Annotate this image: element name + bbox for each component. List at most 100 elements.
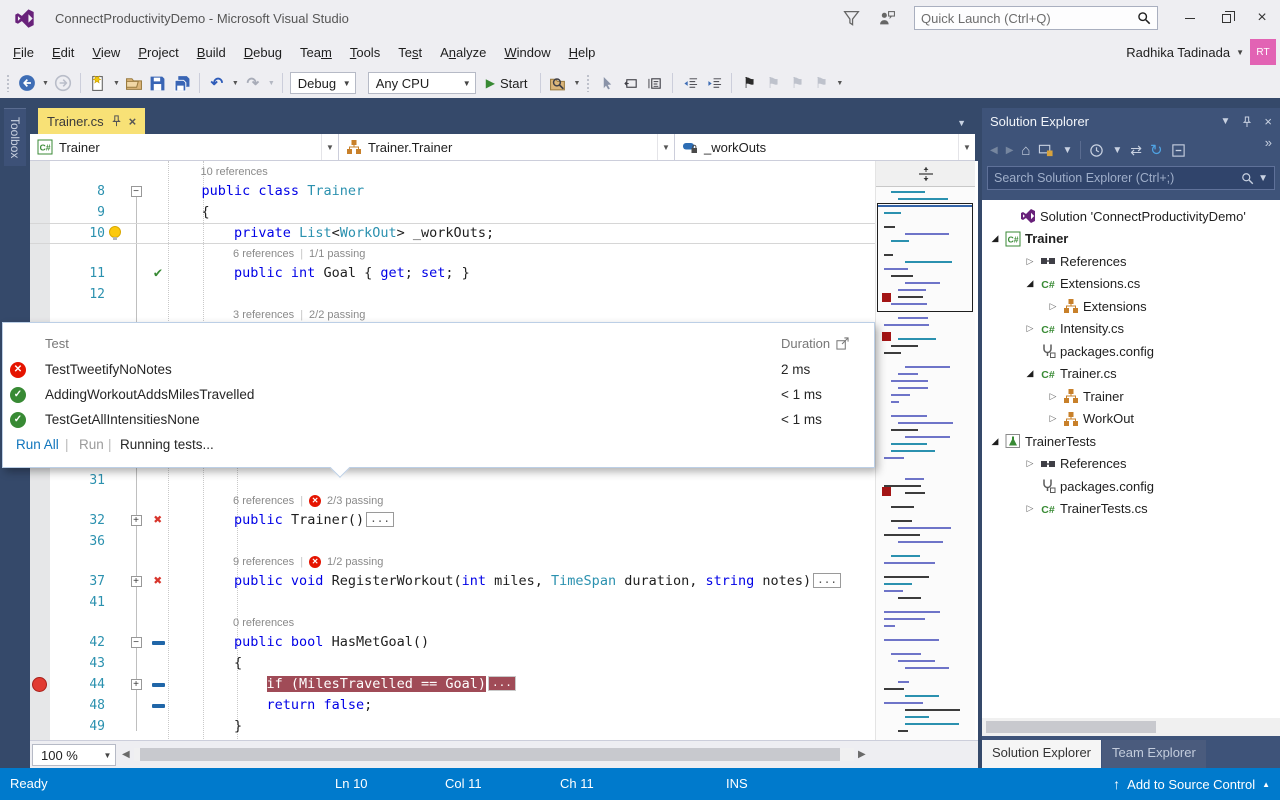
- menu-view[interactable]: View: [83, 41, 129, 64]
- line-margin[interactable]: [30, 181, 50, 202]
- document-tab-trainer-cs[interactable]: Trainer.cs ×: [38, 108, 145, 134]
- save-button[interactable]: [148, 71, 168, 95]
- code-line-49[interactable]: 49 }: [30, 716, 875, 737]
- window-position-caret-icon[interactable]: ▼: [1221, 116, 1231, 127]
- code-line-10[interactable]: 10 private List<WorkOut> _workOuts;: [30, 223, 875, 244]
- zoom-level-combo[interactable]: 100 % ▼: [32, 744, 116, 766]
- solution-platform-combo[interactable]: Any CPU▼: [368, 72, 476, 94]
- navigate-backward-region-icon[interactable]: [621, 71, 641, 95]
- menu-help[interactable]: Help: [560, 41, 605, 64]
- user-avatar[interactable]: RT: [1250, 39, 1276, 65]
- se-forward-icon[interactable]: ▶: [1006, 145, 1014, 156]
- code-line-9[interactable]: 9 {: [30, 202, 875, 223]
- run-link[interactable]: Run: [79, 437, 104, 452]
- filter-caret-icon[interactable]: ▼: [1112, 145, 1122, 156]
- navigate-forward-button[interactable]: [53, 71, 73, 95]
- tree-item-trainertests-cs[interactable]: ▷C#TrainerTests.cs: [982, 498, 1280, 521]
- navigate-back-button[interactable]: [17, 71, 37, 95]
- expander-expanded-icon[interactable]: ◢: [1022, 368, 1038, 379]
- code-text[interactable]: public class Trainer: [169, 181, 875, 202]
- tree-item-references[interactable]: ▷References: [982, 453, 1280, 476]
- codelens-indicator[interactable]: 6 references|✕2/3 passing: [30, 491, 875, 510]
- line-margin[interactable]: [30, 223, 50, 244]
- code-line-37[interactable]: 37+✖ public void RegisterWorkout(int mil…: [30, 571, 875, 592]
- user-name[interactable]: Radhika Tadinada: [1126, 45, 1230, 60]
- scroll-left-icon[interactable]: ◀: [122, 749, 130, 760]
- menu-project[interactable]: Project: [129, 41, 187, 64]
- se-horizontal-scrollbar[interactable]: [982, 718, 1280, 736]
- code-text[interactable]: [169, 531, 875, 552]
- test-not-covered-icon[interactable]: [152, 704, 165, 708]
- solution-configuration-combo[interactable]: Debug▼: [290, 72, 356, 94]
- tree-item-trainertests[interactable]: ◢TrainerTests: [982, 430, 1280, 453]
- tree-item-references[interactable]: ▷References: [982, 250, 1280, 273]
- tree-item-packages-config[interactable]: packages.config: [982, 340, 1280, 363]
- line-margin[interactable]: [30, 592, 50, 613]
- tree-item-intensity-cs[interactable]: ▷C#Intensity.cs: [982, 318, 1280, 341]
- close-tab-icon[interactable]: ×: [129, 114, 137, 129]
- expander-collapsed-icon[interactable]: ▷: [1022, 458, 1038, 469]
- code-text[interactable]: {: [169, 653, 875, 674]
- line-margin[interactable]: [30, 263, 50, 284]
- line-margin[interactable]: [30, 284, 50, 305]
- test-pass-icon[interactable]: ✔: [154, 263, 162, 284]
- line-margin[interactable]: [30, 470, 50, 491]
- next-bookmark-icon[interactable]: ⚑: [787, 71, 807, 95]
- code-text[interactable]: public void RegisterWorkout(int miles, T…: [169, 571, 875, 592]
- collapsed-region[interactable]: ...: [813, 573, 841, 588]
- toggle-bookmark-icon[interactable]: ⚑: [739, 71, 759, 95]
- test-not-covered-icon[interactable]: [152, 641, 165, 645]
- search-options-caret-icon[interactable]: ▼: [1258, 173, 1268, 184]
- tree-item-extensions[interactable]: ▷Extensions: [982, 295, 1280, 318]
- navigate-region-icon[interactable]: [645, 71, 665, 95]
- expander-collapsed-icon[interactable]: ▷: [1022, 503, 1038, 514]
- fold-plus-icon[interactable]: +: [131, 515, 142, 526]
- collapsed-region[interactable]: ...: [366, 512, 394, 527]
- test-name[interactable]: TestTweetifyNoNotes: [45, 362, 172, 377]
- minimap-viewport[interactable]: [877, 203, 973, 312]
- collapsed-region[interactable]: ...: [488, 676, 516, 691]
- feedback-filter-icon[interactable]: [843, 10, 860, 27]
- test-result-row[interactable]: ✓AddingWorkoutAddsMilesTravelled< 1 ms: [3, 384, 874, 409]
- line-margin[interactable]: [30, 716, 50, 737]
- pin-icon[interactable]: [111, 115, 122, 127]
- user-dropdown-caret-icon[interactable]: ▼: [1236, 48, 1244, 57]
- line-margin[interactable]: [30, 674, 50, 695]
- increase-indent-icon[interactable]: [704, 71, 724, 95]
- fold-plus-icon[interactable]: +: [131, 679, 142, 690]
- code-text[interactable]: if (MilesTravelled == Goal)...: [169, 674, 875, 695]
- toolbar-grip[interactable]: [6, 74, 11, 92]
- start-debug-button[interactable]: ▶ Start: [480, 71, 534, 95]
- fold-minus-icon[interactable]: −: [131, 637, 142, 648]
- member-dropdown[interactable]: _workOuts ▼: [675, 134, 975, 160]
- expander-expanded-icon[interactable]: ◢: [987, 233, 1003, 244]
- toolbar-overflow-caret-icon[interactable]: ▼: [836, 80, 843, 87]
- find-caret-icon[interactable]: ▼: [573, 80, 580, 87]
- code-text[interactable]: [169, 284, 875, 305]
- line-margin[interactable]: [30, 653, 50, 674]
- tree-item-workout[interactable]: ▷WorkOut: [982, 408, 1280, 431]
- code-text[interactable]: public bool HasMetGoal(): [169, 632, 875, 653]
- add-to-source-control-button[interactable]: ↑ Add to Source Control ▲: [1113, 776, 1270, 792]
- redo-caret-icon[interactable]: ▼: [268, 80, 275, 87]
- code-text[interactable]: }: [169, 716, 875, 737]
- save-all-button[interactable]: [172, 71, 192, 95]
- menu-tools[interactable]: Tools: [341, 41, 389, 64]
- tree-item-trainer[interactable]: ◢C#Trainer: [982, 228, 1280, 251]
- horizontal-scrollbar[interactable]: [134, 748, 854, 761]
- minimap-scrollbar[interactable]: [875, 161, 975, 740]
- code-text[interactable]: public int Goal { get; set; }: [169, 263, 875, 284]
- auto-hide-pin-icon[interactable]: [1242, 116, 1252, 128]
- expander-collapsed-icon[interactable]: ▷: [1045, 301, 1061, 312]
- line-margin[interactable]: [30, 202, 50, 223]
- switch-views-caret-icon[interactable]: ▼: [1062, 145, 1072, 156]
- expander-collapsed-icon[interactable]: ▷: [1045, 413, 1061, 424]
- menu-test[interactable]: Test: [389, 41, 431, 64]
- collapse-all-icon[interactable]: [1171, 143, 1186, 158]
- solution-explorer-search-input[interactable]: Search Solution Explorer (Ctrl+;) ▼: [987, 166, 1275, 190]
- search-icon[interactable]: [1241, 172, 1254, 185]
- code-text[interactable]: private List<WorkOut> _workOuts;: [169, 223, 875, 244]
- test-not-covered-icon[interactable]: [152, 683, 165, 687]
- fold-plus-icon[interactable]: +: [131, 576, 142, 587]
- test-name[interactable]: AddingWorkoutAddsMilesTravelled: [45, 387, 254, 402]
